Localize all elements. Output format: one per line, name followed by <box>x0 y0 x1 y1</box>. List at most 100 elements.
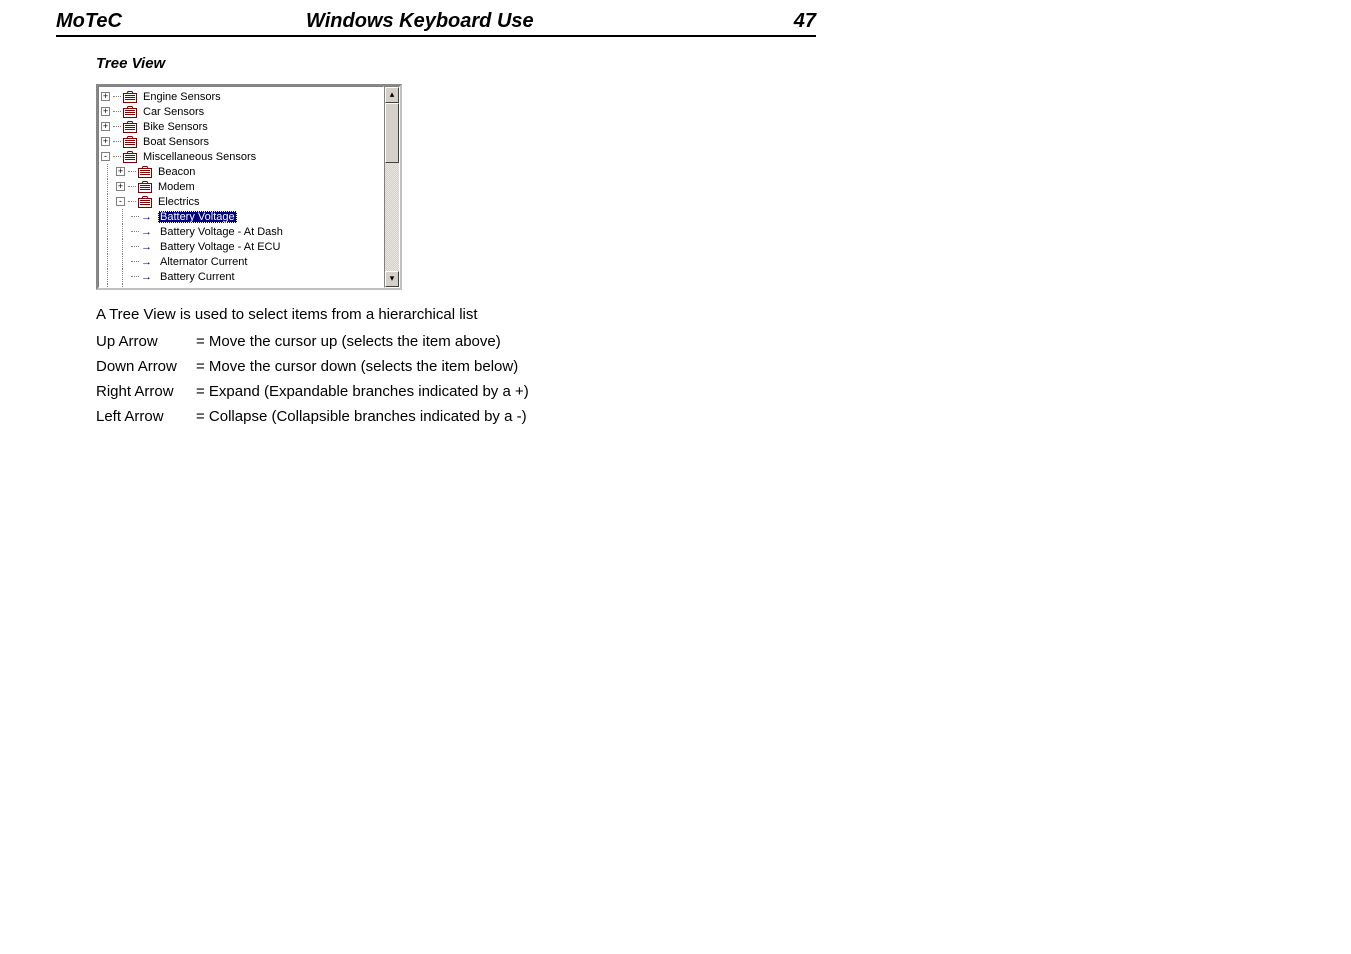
key-row-up: Up Arrow = Move the cursor up (selects t… <box>96 333 816 350</box>
section-heading: Tree View <box>96 55 816 72</box>
expand-icon[interactable]: + <box>101 92 110 101</box>
key-desc: = Move the cursor up (selects the item a… <box>196 333 816 350</box>
collapse-icon[interactable]: - <box>116 197 125 206</box>
folder-icon <box>138 166 152 178</box>
tree-item-beacon[interactable]: + Beacon <box>101 164 383 179</box>
tree-item-misc-sensors[interactable]: - Miscellaneous Sensors <box>101 149 383 164</box>
tree-connector <box>113 111 121 112</box>
tree-connector <box>116 254 131 269</box>
tree-item-label: Electrics <box>156 196 202 208</box>
tree-connector <box>101 284 116 288</box>
tree-item-label: Battery Voltage - At ECU <box>158 241 282 253</box>
arrow-right-icon: → <box>141 286 153 289</box>
tree-connector <box>101 209 116 224</box>
tree-item-boat-sensors[interactable]: + Boat Sensors <box>101 134 383 149</box>
tree-item-battery-voltage-dash[interactable]: → Battery Voltage - At Dash <box>101 224 383 239</box>
arrow-right-icon: → <box>141 271 153 283</box>
tree-connector <box>101 254 116 269</box>
folder-icon <box>123 151 137 163</box>
key-row-right: Right Arrow = Expand (Expandable branche… <box>96 383 816 400</box>
key-desc: = Move the cursor down (selects the item… <box>196 358 816 375</box>
tree-view-content[interactable]: + Engine Sensors + Car Sensors + Bike Se… <box>98 86 384 288</box>
tree-item-battery-voltage-ecu[interactable]: → Battery Voltage - At ECU <box>101 239 383 254</box>
key-name: Left Arrow <box>96 408 196 425</box>
tree-connector <box>101 269 116 284</box>
tree-item-battery-current[interactable]: → Battery Current <box>101 269 383 284</box>
tree-connector <box>101 164 116 179</box>
expand-icon[interactable]: + <box>101 137 110 146</box>
tree-item-label: Battery Voltage - At Dash <box>158 226 285 238</box>
folder-icon <box>138 181 152 193</box>
tree-connector <box>113 141 121 142</box>
tree-item-label: Modem <box>156 181 197 193</box>
scroll-thumb[interactable] <box>385 103 399 163</box>
tree-connector <box>101 239 116 254</box>
tree-connector <box>116 239 131 254</box>
tree-item-label: Engine Sensors <box>141 91 223 103</box>
tree-connector <box>113 96 121 97</box>
key-desc: = Expand (Expandable branches indicated … <box>196 383 816 400</box>
tree-connector <box>116 269 131 284</box>
folder-icon <box>123 136 137 148</box>
arrow-right-icon: → <box>141 226 153 238</box>
key-name: Up Arrow <box>96 333 196 350</box>
tree-item-label: Boat Sensors <box>141 136 211 148</box>
tree-connector <box>128 171 136 172</box>
tree-connector <box>101 224 116 239</box>
tree-connector <box>101 179 116 194</box>
tree-item-label: Bike Sensors <box>141 121 210 133</box>
folder-icon <box>123 106 137 118</box>
expand-icon[interactable]: + <box>101 122 110 131</box>
key-name: Right Arrow <box>96 383 196 400</box>
tree-connector <box>131 246 139 247</box>
key-row-down: Down Arrow = Move the cursor down (selec… <box>96 358 816 375</box>
tree-connector <box>113 126 121 127</box>
expand-icon[interactable]: + <box>101 107 110 116</box>
tree-connector <box>116 209 131 224</box>
tree-item-engine-sensors[interactable]: + Engine Sensors <box>101 89 383 104</box>
arrow-right-icon: → <box>141 241 153 253</box>
tree-connector <box>131 216 139 217</box>
description-text: A Tree View is used to select items from… <box>96 306 816 323</box>
tree-connector <box>128 186 136 187</box>
key-table: Up Arrow = Move the cursor up (selects t… <box>96 333 816 425</box>
brand: MoTeC <box>56 10 306 33</box>
tree-connector <box>101 194 116 209</box>
collapse-icon[interactable]: - <box>101 152 110 161</box>
scrollbar-vertical[interactable]: ▴ ▾ <box>384 86 400 288</box>
expand-icon[interactable]: + <box>116 167 125 176</box>
tree-view[interactable]: + Engine Sensors + Car Sensors + Bike Se… <box>96 84 402 290</box>
tree-connector <box>116 224 131 239</box>
folder-icon <box>123 121 137 133</box>
tree-connector <box>113 156 121 157</box>
tree-item-battery-voltage[interactable]: → Battery Voltage <box>101 209 383 224</box>
tree-item-bike-sensors[interactable]: + Bike Sensors <box>101 119 383 134</box>
tree-connector <box>131 276 139 277</box>
tree-item-alternator-current[interactable]: → Alternator Current <box>101 254 383 269</box>
tree-item-label: Miscellaneous Sensors <box>141 151 258 163</box>
tree-item-car-sensors[interactable]: + Car Sensors <box>101 104 383 119</box>
expand-icon[interactable]: + <box>116 182 125 191</box>
page-header: MoTeC Windows Keyboard Use 47 <box>56 10 816 37</box>
tree-item-modem[interactable]: + Modem <box>101 179 383 194</box>
tree-connector <box>116 284 131 288</box>
tree-item-label: Alternator Current <box>158 256 249 268</box>
tree-item-label: System Current <box>158 286 238 289</box>
tree-item-label: Car Sensors <box>141 106 206 118</box>
arrow-right-icon: → <box>141 256 153 268</box>
key-name: Down Arrow <box>96 358 196 375</box>
tree-connector <box>128 201 136 202</box>
key-desc: = Collapse (Collapsible branches indicat… <box>196 408 816 425</box>
tree-connector <box>131 261 139 262</box>
tree-item-electrics[interactable]: - Electrics <box>101 194 383 209</box>
scroll-up-button[interactable]: ▴ <box>385 87 399 103</box>
page-title: Windows Keyboard Use <box>306 10 756 33</box>
scroll-down-button[interactable]: ▾ <box>385 271 399 287</box>
arrow-right-icon: → <box>141 211 153 223</box>
tree-item-label: Battery Current <box>158 271 237 283</box>
folder-icon <box>123 91 137 103</box>
tree-item-label: Battery Voltage <box>158 211 237 223</box>
scroll-track[interactable] <box>385 103 399 271</box>
tree-connector <box>131 231 139 232</box>
tree-item-system-current[interactable]: → System Current <box>101 284 383 288</box>
